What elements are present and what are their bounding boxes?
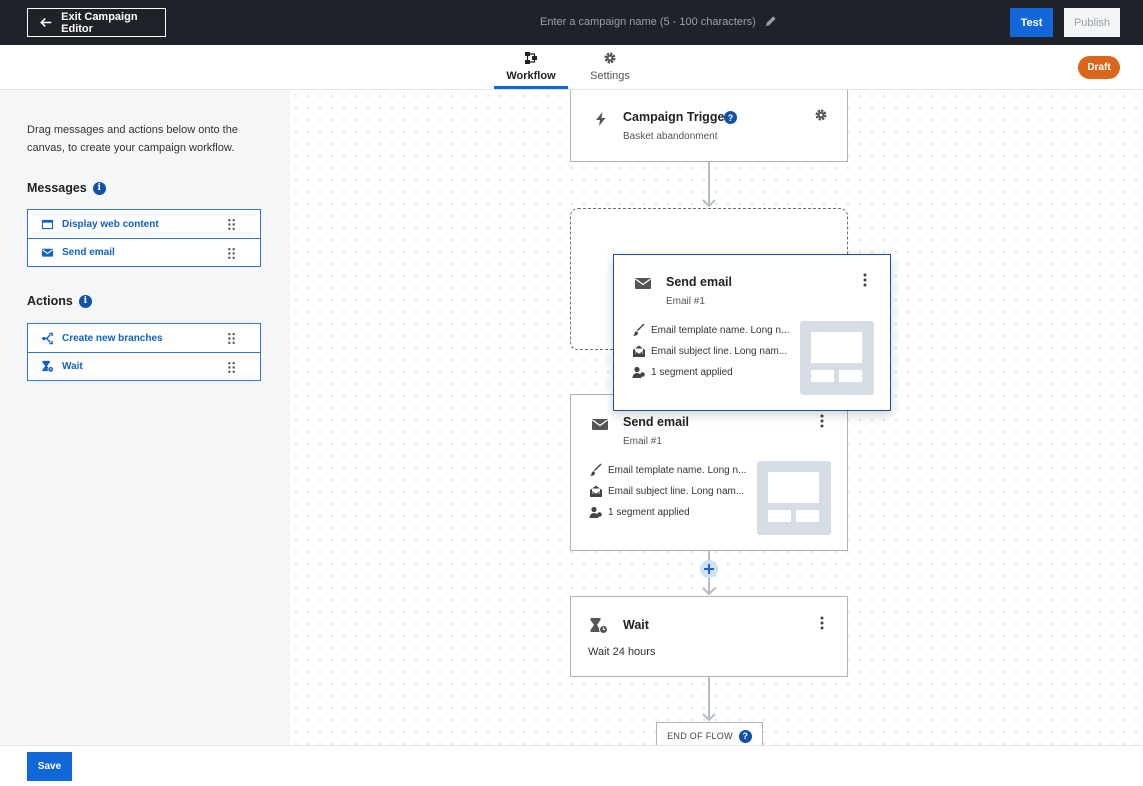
- top-bar: Exit Campaign Editor Enter a campaign na…: [0, 0, 1143, 45]
- palette-item-label: Display web content: [62, 218, 159, 230]
- email-template-name: Email template name. Long n...: [608, 464, 747, 476]
- publish-button[interactable]: Publish: [1064, 8, 1120, 37]
- brush-icon: [590, 463, 602, 476]
- arrow-down-icon: [702, 587, 716, 595]
- tab-workflow-label: Workflow: [506, 70, 556, 82]
- email-template-thumbnail: [800, 321, 874, 395]
- hourglass-icon: [590, 618, 608, 634]
- pencil-icon: [765, 16, 776, 27]
- actions-palette: Create new branches Wait: [27, 323, 261, 381]
- email-subject-line: Email subject line. Long nam...: [651, 345, 788, 357]
- trigger-title: Campaign Trigger: [623, 110, 730, 124]
- end-of-flow-marker: END OF FLOW ?: [656, 722, 763, 745]
- help-icon[interactable]: ?: [738, 729, 752, 743]
- drag-handle-icon[interactable]: [225, 361, 238, 374]
- segment-count: 1 segment applied: [608, 506, 690, 518]
- browser-window-icon: [41, 219, 54, 229]
- hourglass-icon: [42, 360, 54, 373]
- campaign-name-placeholder: Enter a campaign name (5 - 100 character…: [540, 15, 756, 28]
- open-envelope-icon: [632, 345, 646, 357]
- drag-handle-icon[interactable]: [225, 247, 238, 260]
- envelope-icon: [41, 248, 54, 257]
- email-template-thumbnail: [757, 461, 831, 535]
- users-icon: [589, 506, 602, 518]
- plus-icon: [704, 564, 714, 574]
- users-icon: [632, 366, 645, 378]
- dragging-send-email-card[interactable]: Send email Email #1 Email template name.…: [613, 254, 891, 411]
- palette-item-wait[interactable]: Wait: [28, 352, 260, 380]
- segment-row: 1 segment applied: [632, 365, 733, 379]
- help-icon[interactable]: ?: [724, 111, 737, 124]
- send-email-card[interactable]: Send email Email #1 Email template name.…: [570, 394, 848, 551]
- tabs-bar: Workflow Settings Draft: [0, 45, 1143, 90]
- tab-settings[interactable]: Settings: [584, 45, 636, 89]
- exit-label: Exit Campaign Editor: [61, 10, 138, 35]
- envelope-icon: [635, 278, 651, 289]
- palette-item-display-web-content[interactable]: Display web content: [28, 210, 260, 238]
- workflow-canvas[interactable]: Campaign Trigger ? Basket abandonment Se…: [290, 90, 1143, 745]
- info-icon[interactable]: i: [78, 294, 92, 308]
- email-subject-row: Email subject line. Long nam...: [589, 484, 744, 498]
- dragging-card-subtitle: Email #1: [666, 296, 705, 307]
- open-envelope-icon: [589, 485, 603, 497]
- envelope-icon: [592, 419, 608, 430]
- palette-item-send-email[interactable]: Send email: [28, 238, 260, 266]
- messages-heading: Messages i: [27, 181, 106, 195]
- campaign-trigger-card[interactable]: Campaign Trigger ? Basket abandonment: [570, 90, 848, 162]
- email-template-row: Email template name. Long n...: [632, 323, 789, 337]
- tab-workflow[interactable]: Workflow: [494, 45, 568, 89]
- segment-row: 1 segment applied: [589, 505, 690, 519]
- email-template-name: Email template name. Long n...: [651, 324, 790, 336]
- sidebar-intro: Drag messages and actions below onto the…: [27, 124, 238, 154]
- palette-item-label: Wait: [62, 361, 83, 372]
- email-template-row: Email template name. Long n...: [589, 463, 746, 477]
- email-card-title: Send email: [623, 415, 689, 429]
- wait-card[interactable]: Wait Wait 24 hours: [570, 596, 848, 677]
- palette-item-label: Send email: [62, 247, 115, 258]
- info-icon[interactable]: i: [92, 181, 106, 195]
- gear-icon: [604, 52, 616, 64]
- brush-icon: [633, 323, 645, 336]
- exit-campaign-editor-button[interactable]: Exit Campaign Editor: [27, 8, 166, 37]
- palette-item-create-new-branches[interactable]: Create new branches: [28, 324, 260, 352]
- email-card-subtitle: Email #1: [623, 436, 662, 447]
- campaign-name-field[interactable]: Enter a campaign name (5 - 100 character…: [540, 15, 777, 28]
- drag-handle-icon[interactable]: [225, 332, 238, 345]
- workflow-icon: [525, 52, 537, 64]
- tab-settings-label: Settings: [590, 70, 630, 82]
- branch-icon: [42, 332, 53, 344]
- email-subject-line: Email subject line. Long nam...: [608, 485, 745, 497]
- trigger-subtitle: Basket abandonment: [623, 131, 718, 142]
- segment-count: 1 segment applied: [651, 366, 733, 378]
- sidebar: Drag messages and actions below onto the…: [0, 90, 290, 745]
- more-options-icon[interactable]: [863, 273, 867, 287]
- more-options-icon[interactable]: [820, 414, 824, 428]
- actions-title: Actions: [27, 294, 73, 308]
- email-subject-row: Email subject line. Long nam...: [632, 344, 787, 358]
- dragging-card-title: Send email: [666, 275, 732, 289]
- wait-card-title: Wait: [623, 618, 649, 632]
- add-step-button[interactable]: [700, 560, 718, 578]
- palette-item-label: Create new branches: [62, 332, 163, 344]
- wait-duration: Wait 24 hours: [588, 646, 656, 658]
- drag-handle-icon[interactable]: [225, 218, 238, 231]
- messages-palette: Display web content Send email: [27, 209, 261, 267]
- messages-title: Messages: [27, 181, 87, 195]
- footer-bar: Save: [0, 745, 1143, 786]
- test-button[interactable]: Test: [1010, 8, 1053, 37]
- arrow-left-icon: [40, 18, 52, 27]
- status-badge: Draft: [1078, 56, 1120, 79]
- save-button[interactable]: Save: [27, 752, 72, 781]
- more-options-icon[interactable]: [820, 616, 824, 630]
- end-of-flow-label: END OF FLOW: [667, 731, 733, 741]
- arrow-down-icon: [702, 713, 716, 721]
- gear-icon[interactable]: [814, 108, 828, 122]
- actions-heading: Actions i: [27, 294, 92, 308]
- arrow-down-icon: [702, 199, 716, 207]
- lightning-icon: [596, 112, 606, 126]
